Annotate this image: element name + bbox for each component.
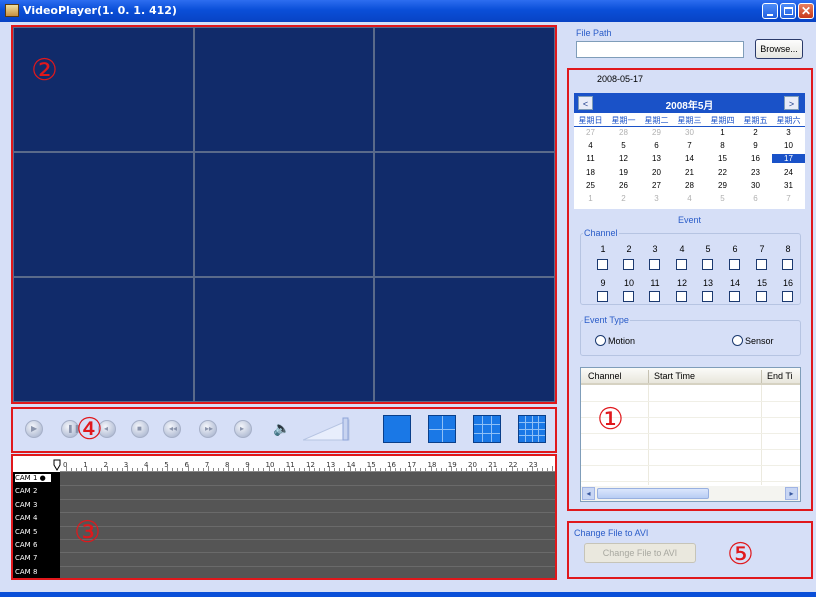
close-button[interactable]: ✕ xyxy=(798,3,814,19)
maximize-icon xyxy=(784,7,793,15)
title-bar: VideoPlayer(1. 0. 1. 412) ✕ xyxy=(0,0,816,22)
annotation-marker: ① xyxy=(597,402,624,437)
region-outline-avi xyxy=(567,521,813,579)
annotation-marker: ⑤ xyxy=(727,537,754,572)
region-outline-video xyxy=(11,25,557,404)
annotation-marker: ③ xyxy=(74,515,101,550)
annotation-marker: ② xyxy=(31,53,58,88)
file-path-input[interactable] xyxy=(576,41,744,58)
region-outline-search-panel xyxy=(567,68,813,511)
annotation-marker: ④ xyxy=(76,412,103,447)
browse-button[interactable]: Browse... xyxy=(755,39,803,59)
maximize-button[interactable] xyxy=(780,3,796,19)
minimize-icon xyxy=(767,14,773,16)
file-path-label: File Path xyxy=(576,28,612,38)
window-bottom-border xyxy=(0,592,816,597)
app-icon xyxy=(5,4,19,17)
window-title: VideoPlayer(1. 0. 1. 412) xyxy=(23,4,177,17)
close-icon: ✕ xyxy=(800,4,812,18)
minimize-button[interactable] xyxy=(762,3,778,19)
